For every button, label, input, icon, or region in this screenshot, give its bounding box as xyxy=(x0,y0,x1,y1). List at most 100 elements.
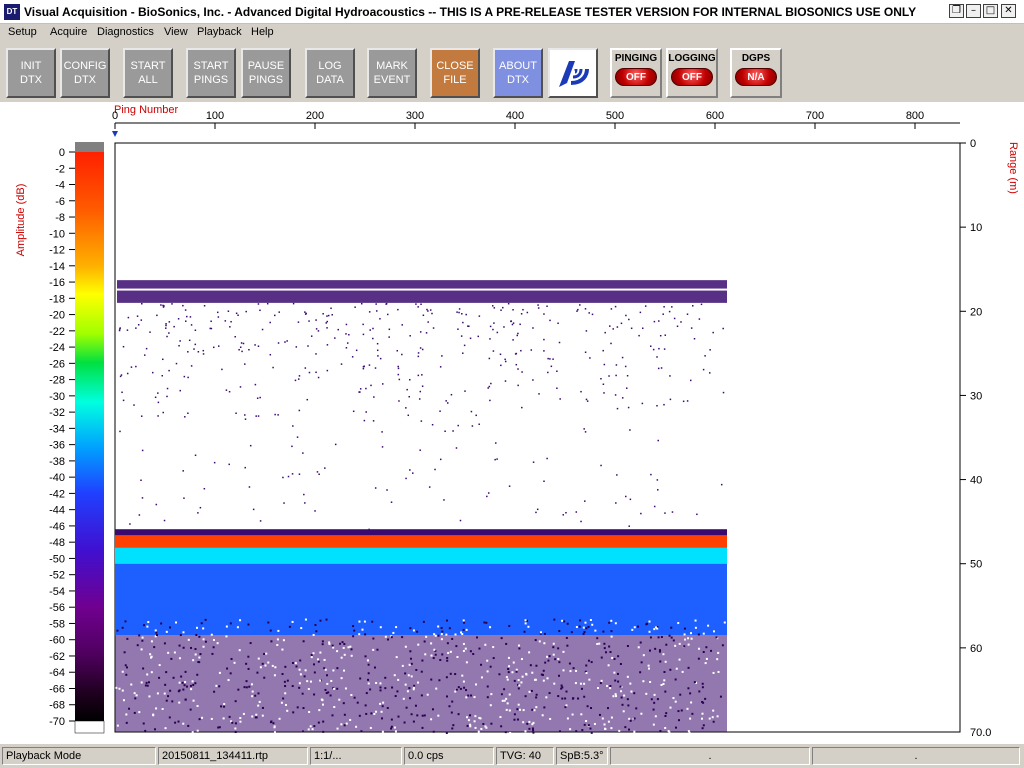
menu-setup[interactable]: Setup xyxy=(8,26,37,38)
color-scale-cap xyxy=(75,142,104,152)
about-dtx-button[interactable]: ABOUT DTX xyxy=(493,48,543,98)
color-scale-tick-label: -6 xyxy=(55,196,65,208)
y-axis-tick-label: 30 xyxy=(970,390,982,402)
y-axis-tick-label: 40 xyxy=(970,475,982,487)
menu-playback[interactable]: Playback xyxy=(197,26,242,38)
color-scale-tick-label: -48 xyxy=(49,537,65,549)
color-scale-tick-label: -18 xyxy=(49,293,65,305)
dgps-indicator: DGPS N/A xyxy=(730,48,782,98)
status-bar: Playback Mode 20150811_134411.rtp 1:1/..… xyxy=(0,744,1024,768)
logging-indicator: LOGGING OFF xyxy=(666,48,718,98)
biosonics-logo-icon[interactable] xyxy=(548,48,598,98)
color-scale-tick-label: -14 xyxy=(49,261,65,273)
color-scale-tick-label: -64 xyxy=(49,667,65,679)
status-field-2: . xyxy=(812,747,1020,765)
status-file: 20150811_134411.rtp xyxy=(158,747,308,765)
color-scale-tick-label: -4 xyxy=(55,180,65,192)
pause-pings-button[interactable]: PAUSE PINGS xyxy=(241,48,291,98)
color-scale-floor xyxy=(74,720,105,734)
color-scale-tick-label: -60 xyxy=(49,635,65,647)
color-scale-tick-label: -10 xyxy=(49,228,65,240)
config-dtx-button[interactable]: CONFIG DTX xyxy=(60,48,110,98)
echogram-chart[interactable]: Ping Number Range (m) Amplitude (dB) 0 -2 -4… xyxy=(0,102,1024,744)
color-scale-tick-label: -24 xyxy=(49,342,65,354)
start-pings-button[interactable]: START PINGS xyxy=(186,48,236,98)
toolbar: INIT DTX CONFIG DTX START ALL START PINGS PA… xyxy=(0,42,1024,103)
x-axis-tick-label: 200 xyxy=(306,110,324,122)
color-scale-tick-label: -38 xyxy=(49,456,65,468)
log-data-button[interactable]: LOG DATA xyxy=(305,48,355,98)
pinging-status-badge: OFF xyxy=(615,68,657,86)
color-scale-tick-label: -16 xyxy=(49,277,65,289)
maximize-button[interactable]: □ xyxy=(983,4,998,18)
window-title: Visual Acquisition - BioSonics, Inc. - A… xyxy=(24,5,917,19)
x-axis-tick-label: 700 xyxy=(806,110,824,122)
ping-cursor-icon[interactable] xyxy=(112,131,118,137)
surface-layer-gap xyxy=(117,288,727,291)
minimize-button[interactable]: – xyxy=(966,4,981,18)
x-axis-tick-label: 300 xyxy=(406,110,424,122)
status-ratio: 1:1/... xyxy=(310,747,402,765)
color-scale-tick-label: -52 xyxy=(49,570,65,582)
app-icon: DT xyxy=(4,4,20,20)
restore-icon[interactable]: ❐ xyxy=(949,4,964,18)
y-axis-end-label: 70.0 xyxy=(970,727,991,739)
menu-acquire[interactable]: Acquire xyxy=(50,26,87,38)
close-button[interactable]: ✕ xyxy=(1001,4,1016,18)
color-scale-tick-label: -40 xyxy=(49,472,65,484)
status-tvg: TVG: 40 xyxy=(496,747,554,765)
y-axis-tick-label: 50 xyxy=(970,559,982,571)
color-scale-tick-label: -50 xyxy=(49,553,65,565)
y-axis-tick-label: 10 xyxy=(970,222,982,234)
status-spb: SpB:5.3° xyxy=(556,747,608,765)
x-axis-tick-label: 600 xyxy=(706,110,724,122)
menu-view[interactable]: View xyxy=(164,26,188,38)
color-scale-tick-label: -58 xyxy=(49,618,65,630)
color-scale-tick-label: -66 xyxy=(49,683,65,695)
bottom-echo-body xyxy=(115,563,727,636)
y-axis-tick-label: 60 xyxy=(970,643,982,655)
y-axis-tick-label: 0 xyxy=(970,138,976,150)
title-bar: DT Visual Acquisition - BioSonics, Inc. … xyxy=(0,0,1024,24)
menu-diagnostics[interactable]: Diagnostics xyxy=(97,26,154,38)
y-axis-title: Range (m) xyxy=(1007,142,1019,194)
status-field-1: . xyxy=(610,747,810,765)
color-scale-tick-label: -42 xyxy=(49,488,65,500)
x-axis-tick-label: 400 xyxy=(506,110,524,122)
close-file-button[interactable]: CLOSE FILE xyxy=(430,48,480,98)
x-axis-tick-label: 500 xyxy=(606,110,624,122)
y-axis-tick-label: 20 xyxy=(970,306,982,318)
echogram-panel: Ping Number Range (m) Amplitude (dB) 0 -2 -4… xyxy=(0,102,1024,744)
init-dtx-button[interactable]: INIT DTX xyxy=(6,48,56,98)
color-scale-tick-label: -22 xyxy=(49,326,65,338)
surface-layer-band xyxy=(117,280,727,303)
bottom-echo-strong xyxy=(115,547,727,564)
dgps-status-badge: N/A xyxy=(735,68,777,86)
color-scale-tick-label: -20 xyxy=(49,310,65,322)
x-axis-tick-label: 0 xyxy=(112,110,118,122)
color-scale-title: Amplitude (dB) xyxy=(15,184,27,257)
color-scale-tick-label: -68 xyxy=(49,700,65,712)
color-scale-bar xyxy=(75,152,104,721)
color-scale-tick-label: -46 xyxy=(49,521,65,533)
logging-status-badge: OFF xyxy=(671,68,713,86)
x-axis-tick-label: 100 xyxy=(206,110,224,122)
color-scale-tick-label: -34 xyxy=(49,423,65,435)
color-scale-tick-label: -2 xyxy=(55,163,65,175)
color-scale-tick-label: -62 xyxy=(49,651,65,663)
color-scale-tick-label: -26 xyxy=(49,358,65,370)
color-scale-tick-label: 0 xyxy=(59,147,65,159)
color-scale-tick-label: -36 xyxy=(49,440,65,452)
menu-bar: Setup Acquire Diagnostics View Playback … xyxy=(0,24,1024,42)
color-scale-tick-label: -28 xyxy=(49,375,65,387)
pinging-indicator: PINGING OFF xyxy=(610,48,662,98)
color-scale-tick-label: -54 xyxy=(49,586,65,598)
color-scale-tick-label: -8 xyxy=(55,212,65,224)
start-all-button[interactable]: START ALL xyxy=(123,48,173,98)
menu-help[interactable]: Help xyxy=(251,26,274,38)
status-rate: 0.0 cps xyxy=(404,747,494,765)
color-scale-tick-label: -44 xyxy=(49,505,65,517)
mark-event-button[interactable]: MARK EVENT xyxy=(367,48,417,98)
color-scale-tick-label: -12 xyxy=(49,245,65,257)
color-scale-tick-label: -30 xyxy=(49,391,65,403)
